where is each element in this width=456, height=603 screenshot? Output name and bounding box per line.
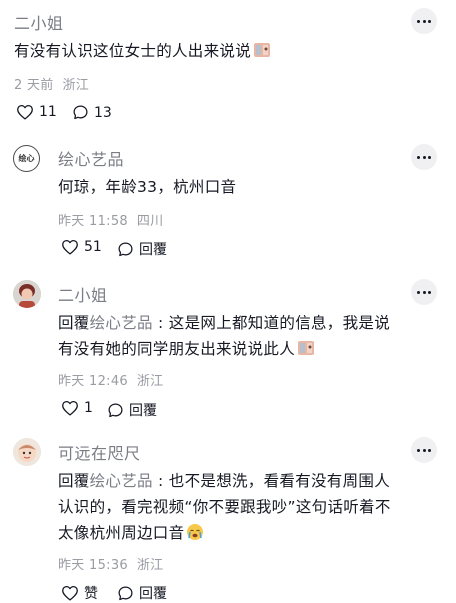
heart-icon: [62, 400, 78, 416]
more-options-button[interactable]: [411, 437, 437, 463]
comment-location: 浙江: [62, 78, 90, 93]
reply-count-button[interactable]: 13: [72, 104, 112, 121]
comment-time: 昨天 11:58: [58, 214, 128, 229]
reply-separator: :: [152, 314, 169, 332]
comment-bubble-icon: [73, 105, 88, 120]
heart-icon: [62, 239, 78, 255]
avatar[interactable]: [13, 280, 41, 308]
avatar-logo-text: 绘心: [18, 154, 35, 163]
reply-label: 回覆: [129, 403, 157, 419]
reply-separator: :: [152, 472, 169, 490]
comment-time: 2 天前: [14, 78, 54, 93]
reply-to-user-link[interactable]: 绘心艺品: [90, 472, 153, 490]
like-button[interactable]: 赞: [61, 583, 98, 603]
comment-meta: 2 天前 浙江: [14, 74, 89, 93]
comment-body: 有没有她的同学朋友出来说说此人: [58, 340, 296, 358]
comment-meta: 昨天 15:36 浙江: [58, 554, 163, 573]
comment-author[interactable]: 绘心艺品: [58, 146, 124, 170]
comment-text: 何琼，年龄33，杭州口音: [58, 178, 237, 196]
comment-text: 回覆绘心艺品 : 也不是想洗，看看有没有周围人 认识的，看完视频“你不要跟我吵”…: [58, 468, 391, 546]
reply-prefix: 回覆: [58, 472, 90, 490]
comment-meta: 昨天 11:58 四川: [58, 210, 163, 229]
reply-prefix: 回覆: [58, 314, 90, 332]
comment-author[interactable]: 二小姐: [14, 10, 64, 34]
book-emoji-icon: [298, 341, 315, 355]
reply-label: 回覆: [139, 586, 167, 602]
comment-body: 太像杭州周边口音: [58, 524, 185, 542]
comment-meta: 昨天 12:46 浙江: [58, 370, 163, 389]
crying-face-emoji-icon: [187, 524, 204, 540]
reply-label: 回覆: [139, 242, 167, 258]
like-count: 11: [39, 104, 57, 120]
like-button[interactable]: 51: [61, 239, 102, 255]
reply-count: 13: [94, 104, 112, 121]
like-label: 赞: [84, 586, 98, 602]
avatar-cartoon-icon: [13, 438, 41, 466]
like-button[interactable]: 11: [16, 104, 57, 120]
reply-to-user-link[interactable]: 绘心艺品: [90, 314, 153, 332]
comment-author[interactable]: 二小姐: [58, 282, 108, 306]
comment-body: 也不是想洗，看看有没有周围人: [168, 472, 390, 490]
book-emoji-icon: [254, 43, 271, 57]
comment-time: 昨天 12:46: [58, 374, 128, 389]
like-button[interactable]: 1: [61, 400, 93, 416]
comment-bubble-icon: [108, 402, 123, 417]
comment-bubble-icon: [118, 241, 133, 256]
more-options-button[interactable]: [411, 144, 437, 170]
comment-time: 昨天 15:36: [58, 558, 128, 573]
comment-bubble-icon: [118, 585, 133, 600]
comment-location: 四川: [136, 214, 164, 229]
reply-button[interactable]: 回覆: [117, 239, 167, 259]
comment-text: 有没有认识这位女士的人出来说说: [14, 38, 271, 64]
comment-body: 有没有认识这位女士的人出来说说: [14, 42, 252, 60]
like-count: 51: [84, 239, 102, 255]
comment-text: 回覆绘心艺品 : 这是网上都知道的信息，我是说 有没有她的同学朋友出来说说此人: [58, 310, 390, 362]
reply-button[interactable]: 回覆: [107, 400, 157, 420]
comment-body: 这是网上都知道的信息，我是说: [168, 314, 390, 332]
comment-body: 认识的，看完视频“你不要跟我吵”这句话听着不: [58, 498, 391, 516]
more-options-button[interactable]: [411, 279, 437, 305]
reply-button[interactable]: 回覆: [117, 583, 167, 603]
avatar-photo-icon: [13, 280, 41, 308]
avatar[interactable]: [13, 438, 41, 466]
comment-location: 浙江: [136, 374, 164, 389]
comment-location: 浙江: [136, 558, 164, 573]
heart-icon: [62, 585, 78, 601]
avatar[interactable]: 绘心: [13, 145, 40, 172]
like-count: 1: [84, 400, 93, 416]
more-options-button[interactable]: [411, 8, 437, 34]
heart-icon: [17, 104, 33, 120]
comment-author[interactable]: 可远在咫尺: [58, 440, 141, 464]
